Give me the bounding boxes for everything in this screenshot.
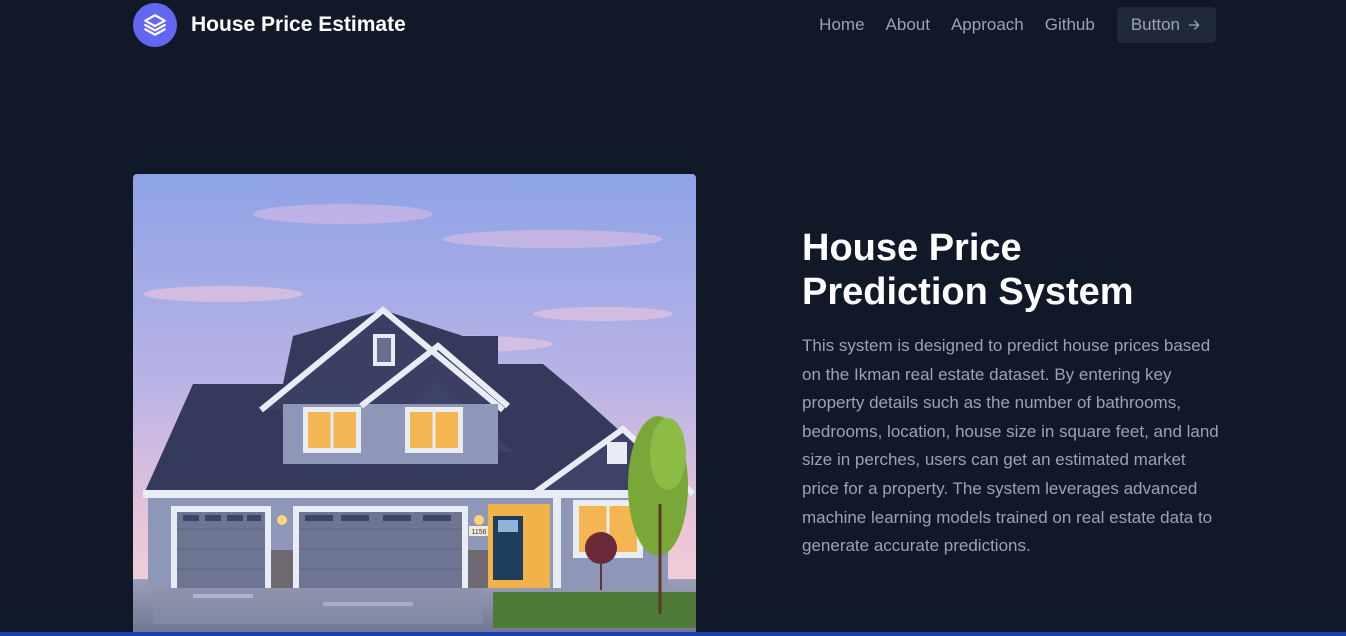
nav-button-label: Button [1130, 15, 1180, 34]
nav-link-approach[interactable]: Approach [951, 15, 1024, 35]
house-number: 1156 [471, 529, 486, 536]
page-title: House Price Prediction System [802, 226, 1222, 314]
brand[interactable]: House Price Estimate [133, 3, 406, 47]
top-navbar: House Price Estimate Home About Approach… [133, 0, 1216, 50]
nav-link-home[interactable]: Home [819, 15, 864, 35]
nav-link-about[interactable]: About [886, 15, 930, 35]
headline-line-2: Prediction System [802, 271, 1134, 313]
nav-link-github[interactable]: Github [1045, 15, 1095, 35]
arrow-right-icon [1188, 20, 1200, 30]
nav-links: Home About Approach Github Button [819, 7, 1216, 43]
brand-title: House Price Estimate [191, 13, 406, 36]
house-photo: 1156 [133, 174, 696, 636]
headline-line-1: House Price [802, 227, 1022, 269]
hero-content: House Price Prediction System This syste… [802, 226, 1222, 561]
nav-button[interactable]: Button [1116, 7, 1216, 43]
bottom-accent-bar [0, 632, 1346, 636]
layers-icon [133, 3, 177, 47]
hero-description: This system is designed to predict house… [802, 336, 1219, 556]
